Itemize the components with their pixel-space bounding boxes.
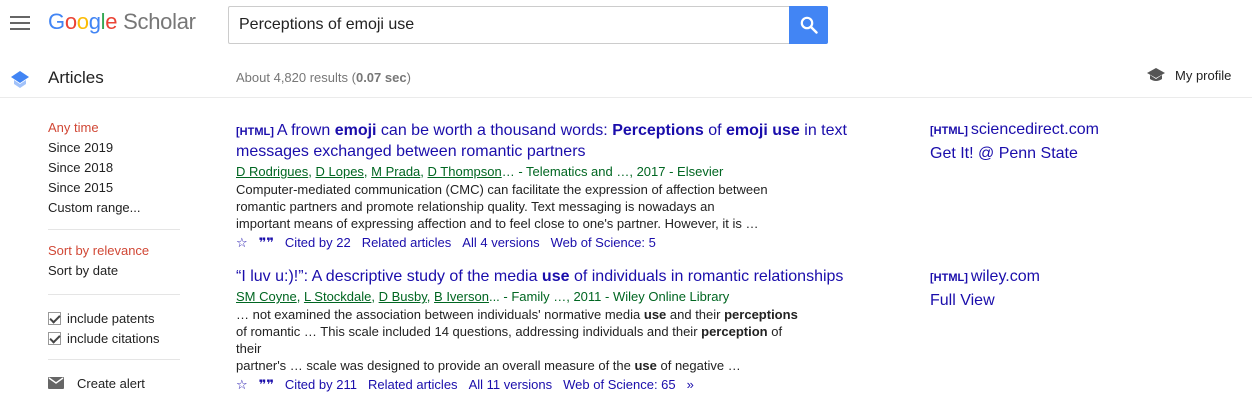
divider	[48, 359, 180, 360]
include-patents-checkbox[interactable]: include patents	[48, 308, 180, 328]
result-authors: D Rodrigues, D Lopes, M Prada, D Thompso…	[236, 164, 724, 179]
star-icon[interactable]: ☆	[236, 376, 248, 394]
author-link[interactable]: D Busby	[379, 289, 427, 304]
result-authors: SM Coyne, L Stockdale, D Busby, B Iverso…	[236, 289, 730, 304]
checkbox-checked-icon	[48, 331, 61, 345]
google-scholar-logo[interactable]: Google Scholar	[48, 9, 196, 35]
hamburger-menu-icon[interactable]	[10, 16, 30, 30]
author-link[interactable]: SM Coyne	[236, 289, 297, 304]
sub-bar: Articles About 4,820 results (0.07 sec) …	[0, 56, 1252, 98]
filter-custom-range[interactable]: Custom range...	[48, 198, 180, 218]
include-citations-checkbox[interactable]: include citations	[48, 328, 180, 348]
result-actions: ☆ ❞❞ Cited by 22 Related articles All 4 …	[236, 234, 856, 252]
more-chevron-icon[interactable]: »	[687, 376, 694, 394]
envelope-icon	[48, 377, 64, 389]
sort-by-relevance[interactable]: Sort by relevance	[48, 241, 180, 261]
sort-by-date[interactable]: Sort by date	[48, 261, 180, 281]
side-html-link[interactable]: [HTML] sciencedirect.com	[930, 118, 1099, 143]
result-snippet: … not examined the association between i…	[236, 307, 798, 373]
author-link[interactable]: B Iverson	[434, 289, 489, 304]
web-of-science-link[interactable]: Web of Science: 5	[551, 234, 656, 252]
side-html-link[interactable]: [HTML] wiley.com	[930, 265, 1040, 290]
graduation-cap-icon	[1147, 68, 1165, 81]
result-snippet: Computer-mediated communication (CMC) ca…	[236, 182, 768, 231]
author-link[interactable]: D Lopes	[316, 164, 364, 179]
side-extra-link[interactable]: Get It! @ Penn State	[930, 142, 1078, 166]
author-link[interactable]: D Thompson	[428, 164, 502, 179]
search-input[interactable]	[228, 6, 789, 44]
divider	[48, 294, 180, 295]
filter-since-2019[interactable]: Since 2019	[48, 138, 180, 158]
all-versions-link[interactable]: All 4 versions	[462, 234, 539, 252]
author-link[interactable]: L Stockdale	[304, 289, 371, 304]
sidebar: Any time Since 2019 Since 2018 Since 201…	[48, 118, 180, 393]
filter-since-2018[interactable]: Since 2018	[48, 158, 180, 178]
search-icon	[800, 16, 818, 34]
related-articles-link[interactable]: Related articles	[368, 376, 458, 394]
articles-icon	[11, 71, 29, 88]
related-articles-link[interactable]: Related articles	[362, 234, 452, 252]
result-item: “I luv u:)!”: A descriptive study of the…	[236, 267, 856, 394]
filter-since-2015[interactable]: Since 2015	[48, 178, 180, 198]
filter-any-time[interactable]: Any time	[48, 118, 180, 138]
checkbox-checked-icon	[48, 311, 61, 325]
result-title-link[interactable]: “I luv u:)!”: A descriptive study of the…	[236, 267, 856, 287]
search-button[interactable]	[789, 6, 828, 44]
results-count: About 4,820 results (0.07 sec)	[236, 70, 411, 85]
result-title-link[interactable]: [HTML] A frown emoji can be worth a thous…	[236, 121, 856, 162]
result-actions: ☆ ❞❞ Cited by 211 Related articles All 1…	[236, 376, 856, 394]
cited-by-link[interactable]: Cited by 22	[285, 234, 351, 252]
result-item: [HTML] A frown emoji can be worth a thous…	[236, 121, 856, 252]
my-profile-label: My profile	[1175, 67, 1232, 83]
side-extra-link[interactable]: Full View	[930, 289, 995, 313]
top-bar: Google Scholar	[0, 0, 1252, 52]
cited-by-link[interactable]: Cited by 211	[285, 376, 357, 394]
cite-quote-icon[interactable]: ❞❞	[259, 376, 274, 394]
all-versions-link[interactable]: All 11 versions	[469, 376, 553, 394]
my-profile-link[interactable]: My profile	[1146, 67, 1231, 83]
web-of-science-link[interactable]: Web of Science: 65	[563, 376, 676, 394]
create-alert-link[interactable]: Create alert	[48, 373, 180, 393]
cite-quote-icon[interactable]: ❞❞	[259, 234, 274, 252]
star-icon[interactable]: ☆	[236, 234, 248, 252]
section-label: Articles	[48, 68, 104, 87]
author-link[interactable]: M Prada	[371, 164, 420, 179]
author-link[interactable]: D Rodrigues	[236, 164, 308, 179]
divider	[48, 229, 180, 230]
